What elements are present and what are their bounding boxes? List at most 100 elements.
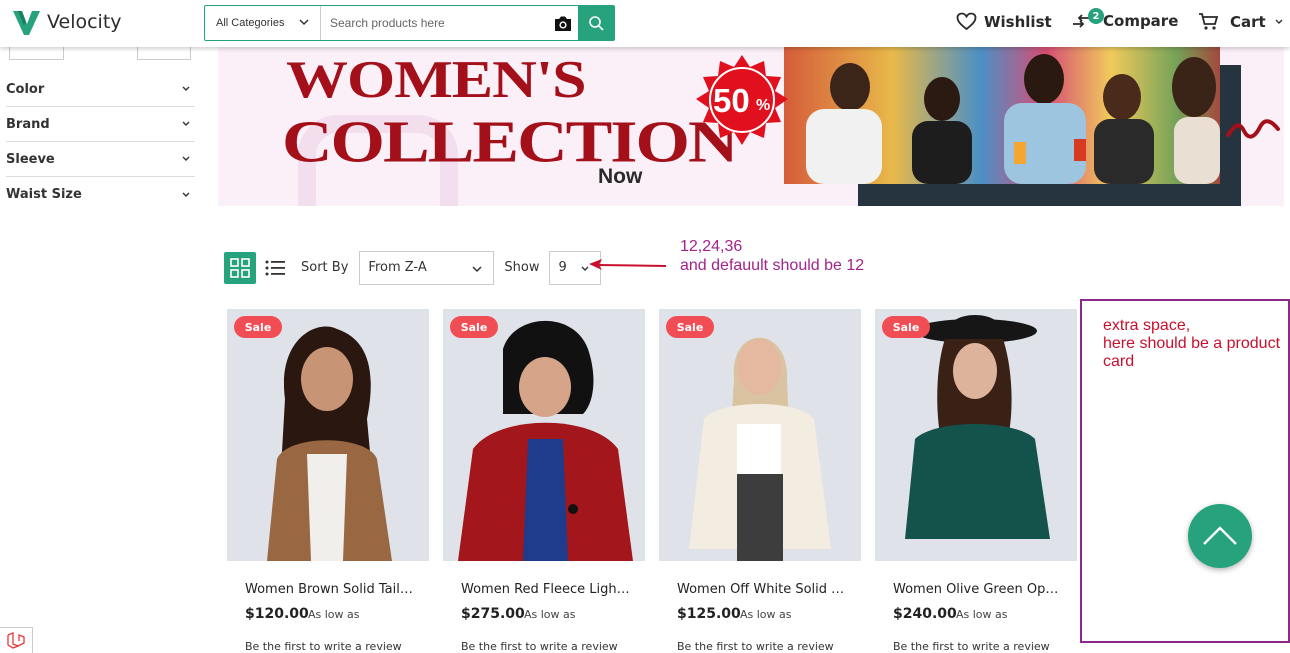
wishlist-label: Wishlist bbox=[984, 12, 1052, 31]
filter-brand[interactable]: Brand bbox=[6, 107, 195, 142]
review-link[interactable]: Be the first to write a review bbox=[461, 640, 618, 653]
product-card[interactable]: Sale Women Olive Green Open Knit Top $24… bbox=[875, 309, 1077, 653]
squiggle-decor-icon bbox=[1226, 119, 1280, 139]
compare-label: Compare bbox=[1103, 12, 1179, 30]
promo-banner[interactable]: WOMEN'S COLLECTION Now 50 % bbox=[218, 47, 1284, 206]
velocity-logo-icon bbox=[13, 11, 40, 35]
annotation-box-line2: here should be a product bbox=[1103, 335, 1281, 352]
sale-badge: Sale bbox=[450, 316, 498, 338]
product-card[interactable]: Sale Women Off White Solid Faux Fur Jack… bbox=[659, 309, 861, 653]
logo-text: Velocity bbox=[47, 11, 122, 33]
camera-icon bbox=[555, 16, 571, 31]
discount-percent: % bbox=[756, 97, 770, 114]
listing-toolbar: Sort By From Z-A Show 9 bbox=[224, 250, 602, 285]
chevron-down-icon bbox=[472, 265, 482, 272]
cart-label: Cart bbox=[1230, 12, 1266, 31]
review-link[interactable]: Be the first to write a review bbox=[245, 640, 402, 653]
product-name[interactable]: Women Brown Solid Tailored Jacket bbox=[245, 582, 417, 597]
product-image[interactable]: Sale bbox=[875, 309, 1077, 561]
wishlist-link[interactable]: Wishlist bbox=[956, 12, 1052, 31]
banner-photo bbox=[784, 47, 1220, 184]
filter-waist-size[interactable]: Waist Size bbox=[6, 177, 195, 212]
search-button[interactable] bbox=[578, 6, 614, 40]
scroll-to-top-button[interactable] bbox=[1188, 504, 1252, 568]
sale-badge: Sale bbox=[666, 316, 714, 338]
image-search-button[interactable] bbox=[548, 6, 578, 40]
chevron-down-icon bbox=[299, 19, 309, 26]
banner-title-line1: WOMEN'S bbox=[286, 50, 587, 109]
price-note: As low as bbox=[524, 608, 576, 621]
price-note: As low as bbox=[740, 608, 792, 621]
annotation-line2: and defauult should be 12 bbox=[680, 257, 865, 274]
filter-label: Waist Size bbox=[6, 187, 82, 202]
search-icon bbox=[589, 16, 604, 31]
grid-icon bbox=[230, 257, 250, 278]
review-link[interactable]: Be the first to write a review bbox=[893, 640, 1050, 653]
chevron-down-icon bbox=[182, 86, 190, 91]
sort-select-value: From Z-A bbox=[368, 260, 427, 275]
page: Velocity All Categories Wishlist bbox=[0, 0, 1290, 653]
annotation-line1: 12,24,36 bbox=[680, 238, 743, 255]
product-photo bbox=[905, 315, 1050, 539]
product-image[interactable]: Sale bbox=[443, 309, 645, 561]
discount-burst-icon: 50 % bbox=[696, 55, 788, 145]
chevron-up-icon bbox=[1203, 526, 1237, 545]
compare-count-badge: 2 bbox=[1088, 8, 1104, 24]
logo[interactable]: Velocity bbox=[12, 8, 122, 36]
compare-link[interactable]: 2 Compare bbox=[1071, 8, 1179, 30]
search-bar: All Categories bbox=[204, 5, 615, 41]
sort-by-label: Sort By bbox=[301, 260, 349, 275]
cart-icon bbox=[1199, 13, 1219, 30]
product-price: $240.00 bbox=[893, 606, 957, 622]
price-note: As low as bbox=[956, 608, 1008, 621]
annotation-arrow-icon bbox=[589, 259, 667, 270]
annotation-note: 12,24,36 and defauult should be 12 bbox=[680, 237, 864, 275]
sale-badge: Sale bbox=[882, 316, 930, 338]
product-name[interactable]: Women Off White Solid Faux Fur Jacket bbox=[677, 582, 849, 597]
filter-label: Color bbox=[6, 81, 45, 97]
category-select[interactable]: All Categories bbox=[205, 6, 321, 40]
product-name[interactable]: Women Red Fleece Lightweight Jacket bbox=[461, 582, 633, 597]
filter-sidebar: Color Brand Sleeve Waist Size bbox=[6, 43, 195, 212]
laravel-icon bbox=[7, 631, 25, 649]
product-card[interactable]: Sale Women Red Fleece Lightweight Jacket… bbox=[443, 309, 645, 653]
product-photo bbox=[267, 326, 392, 561]
filter-label: Brand bbox=[6, 116, 50, 132]
list-view-button[interactable] bbox=[259, 252, 291, 284]
product-price: $275.00 bbox=[461, 606, 525, 622]
heart-icon bbox=[956, 12, 977, 31]
product-photo bbox=[689, 337, 831, 561]
product-name[interactable]: Women Olive Green Open Knit Top bbox=[893, 582, 1065, 597]
discount-value: 50 bbox=[713, 82, 750, 119]
show-select-value: 9 bbox=[558, 260, 567, 275]
annotation-box-line1: extra space, bbox=[1103, 317, 1191, 334]
sort-select[interactable]: From Z-A bbox=[359, 250, 495, 285]
price-note: As low as bbox=[308, 608, 360, 621]
show-label: Show bbox=[504, 260, 540, 275]
product-price: $125.00 bbox=[677, 606, 741, 622]
banner-title-line2: COLLECTION bbox=[282, 109, 739, 176]
debugbar-toggle[interactable] bbox=[0, 627, 33, 653]
filter-sleeve[interactable]: Sleeve bbox=[6, 142, 195, 177]
chevron-down-icon bbox=[1275, 19, 1283, 24]
filter-color[interactable]: Color bbox=[6, 72, 195, 107]
chevron-down-icon bbox=[182, 156, 190, 161]
review-link[interactable]: Be the first to write a review bbox=[677, 640, 834, 653]
banner-people-image bbox=[784, 47, 1220, 184]
product-image[interactable]: Sale bbox=[227, 309, 429, 561]
annotation-box-note: extra space, here should be a product ca… bbox=[1103, 317, 1280, 371]
list-icon bbox=[265, 260, 285, 275]
search-input[interactable] bbox=[321, 6, 548, 40]
product-card[interactable]: Sale Women Brown Solid Tailored Jacket $… bbox=[227, 309, 429, 653]
annotation-box-line3: card bbox=[1103, 353, 1135, 370]
chevron-down-icon bbox=[182, 121, 190, 126]
banner-title-line3: Now bbox=[598, 165, 643, 188]
chevron-down-icon bbox=[182, 192, 190, 197]
product-photo bbox=[458, 320, 633, 561]
grid-view-button[interactable] bbox=[224, 251, 256, 284]
sale-badge: Sale bbox=[234, 316, 282, 338]
product-image[interactable]: Sale bbox=[659, 309, 861, 561]
top-header: Velocity All Categories Wishlist bbox=[0, 0, 1290, 47]
product-price: $120.00 bbox=[245, 606, 309, 622]
cart-link[interactable]: Cart bbox=[1198, 12, 1284, 31]
